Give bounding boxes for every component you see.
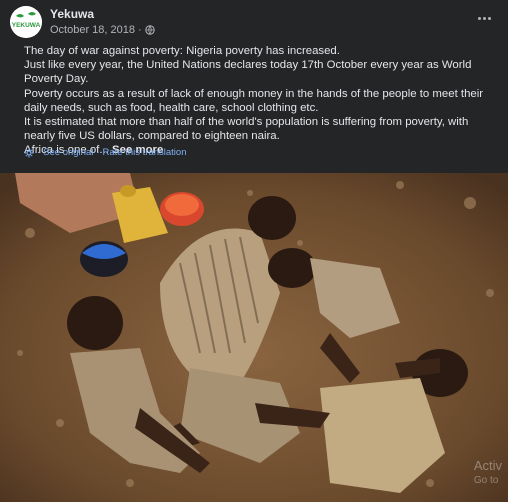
avatar[interactable]: YEKUWA <box>10 6 42 38</box>
post-paragraph: Poverty occurs as a result of lack of en… <box>24 87 484 114</box>
post-photo[interactable]: Activ Go to <box>0 173 508 502</box>
gear-icon <box>24 148 34 157</box>
globe-icon <box>144 25 155 35</box>
svg-text:YEKUWA: YEKUWA <box>12 22 41 29</box>
post-date[interactable]: October 18, 2018 <box>50 24 135 36</box>
translate-separator: · <box>37 147 41 158</box>
post-paragraph: It is estimated that more than half of t… <box>24 116 469 143</box>
post-paragraph: The day of war against poverty: Nigeria … <box>24 45 340 57</box>
watermark-line: Go to <box>473 475 499 486</box>
facebook-post: YEKUWA Yekuwa October 18, 2018 · The day… <box>0 0 508 502</box>
post-text: The day of war against poverty: Nigeria … <box>24 44 502 158</box>
translate-separator: · <box>96 147 100 158</box>
rate-translation-link[interactable]: Rate this translation <box>103 147 187 158</box>
see-original-link[interactable]: See original <box>43 147 93 158</box>
yekuwa-logo-icon: YEKUWA <box>10 6 42 38</box>
translation-bar: · See original · Rate this translation <box>24 147 186 158</box>
photo-illustration <box>0 173 508 502</box>
watermark-line: Activ <box>473 458 502 473</box>
post-header: YEKUWA Yekuwa October 18, 2018 · <box>10 6 498 38</box>
activate-windows-watermark: Activ Go to <box>474 458 502 488</box>
more-options-icon[interactable] <box>474 10 494 26</box>
post-paragraph: Just like every year, the United Nations… <box>24 59 472 86</box>
meta-separator: · <box>138 24 142 36</box>
post-meta: October 18, 2018 · <box>50 24 155 36</box>
author-name[interactable]: Yekuwa <box>50 7 94 21</box>
